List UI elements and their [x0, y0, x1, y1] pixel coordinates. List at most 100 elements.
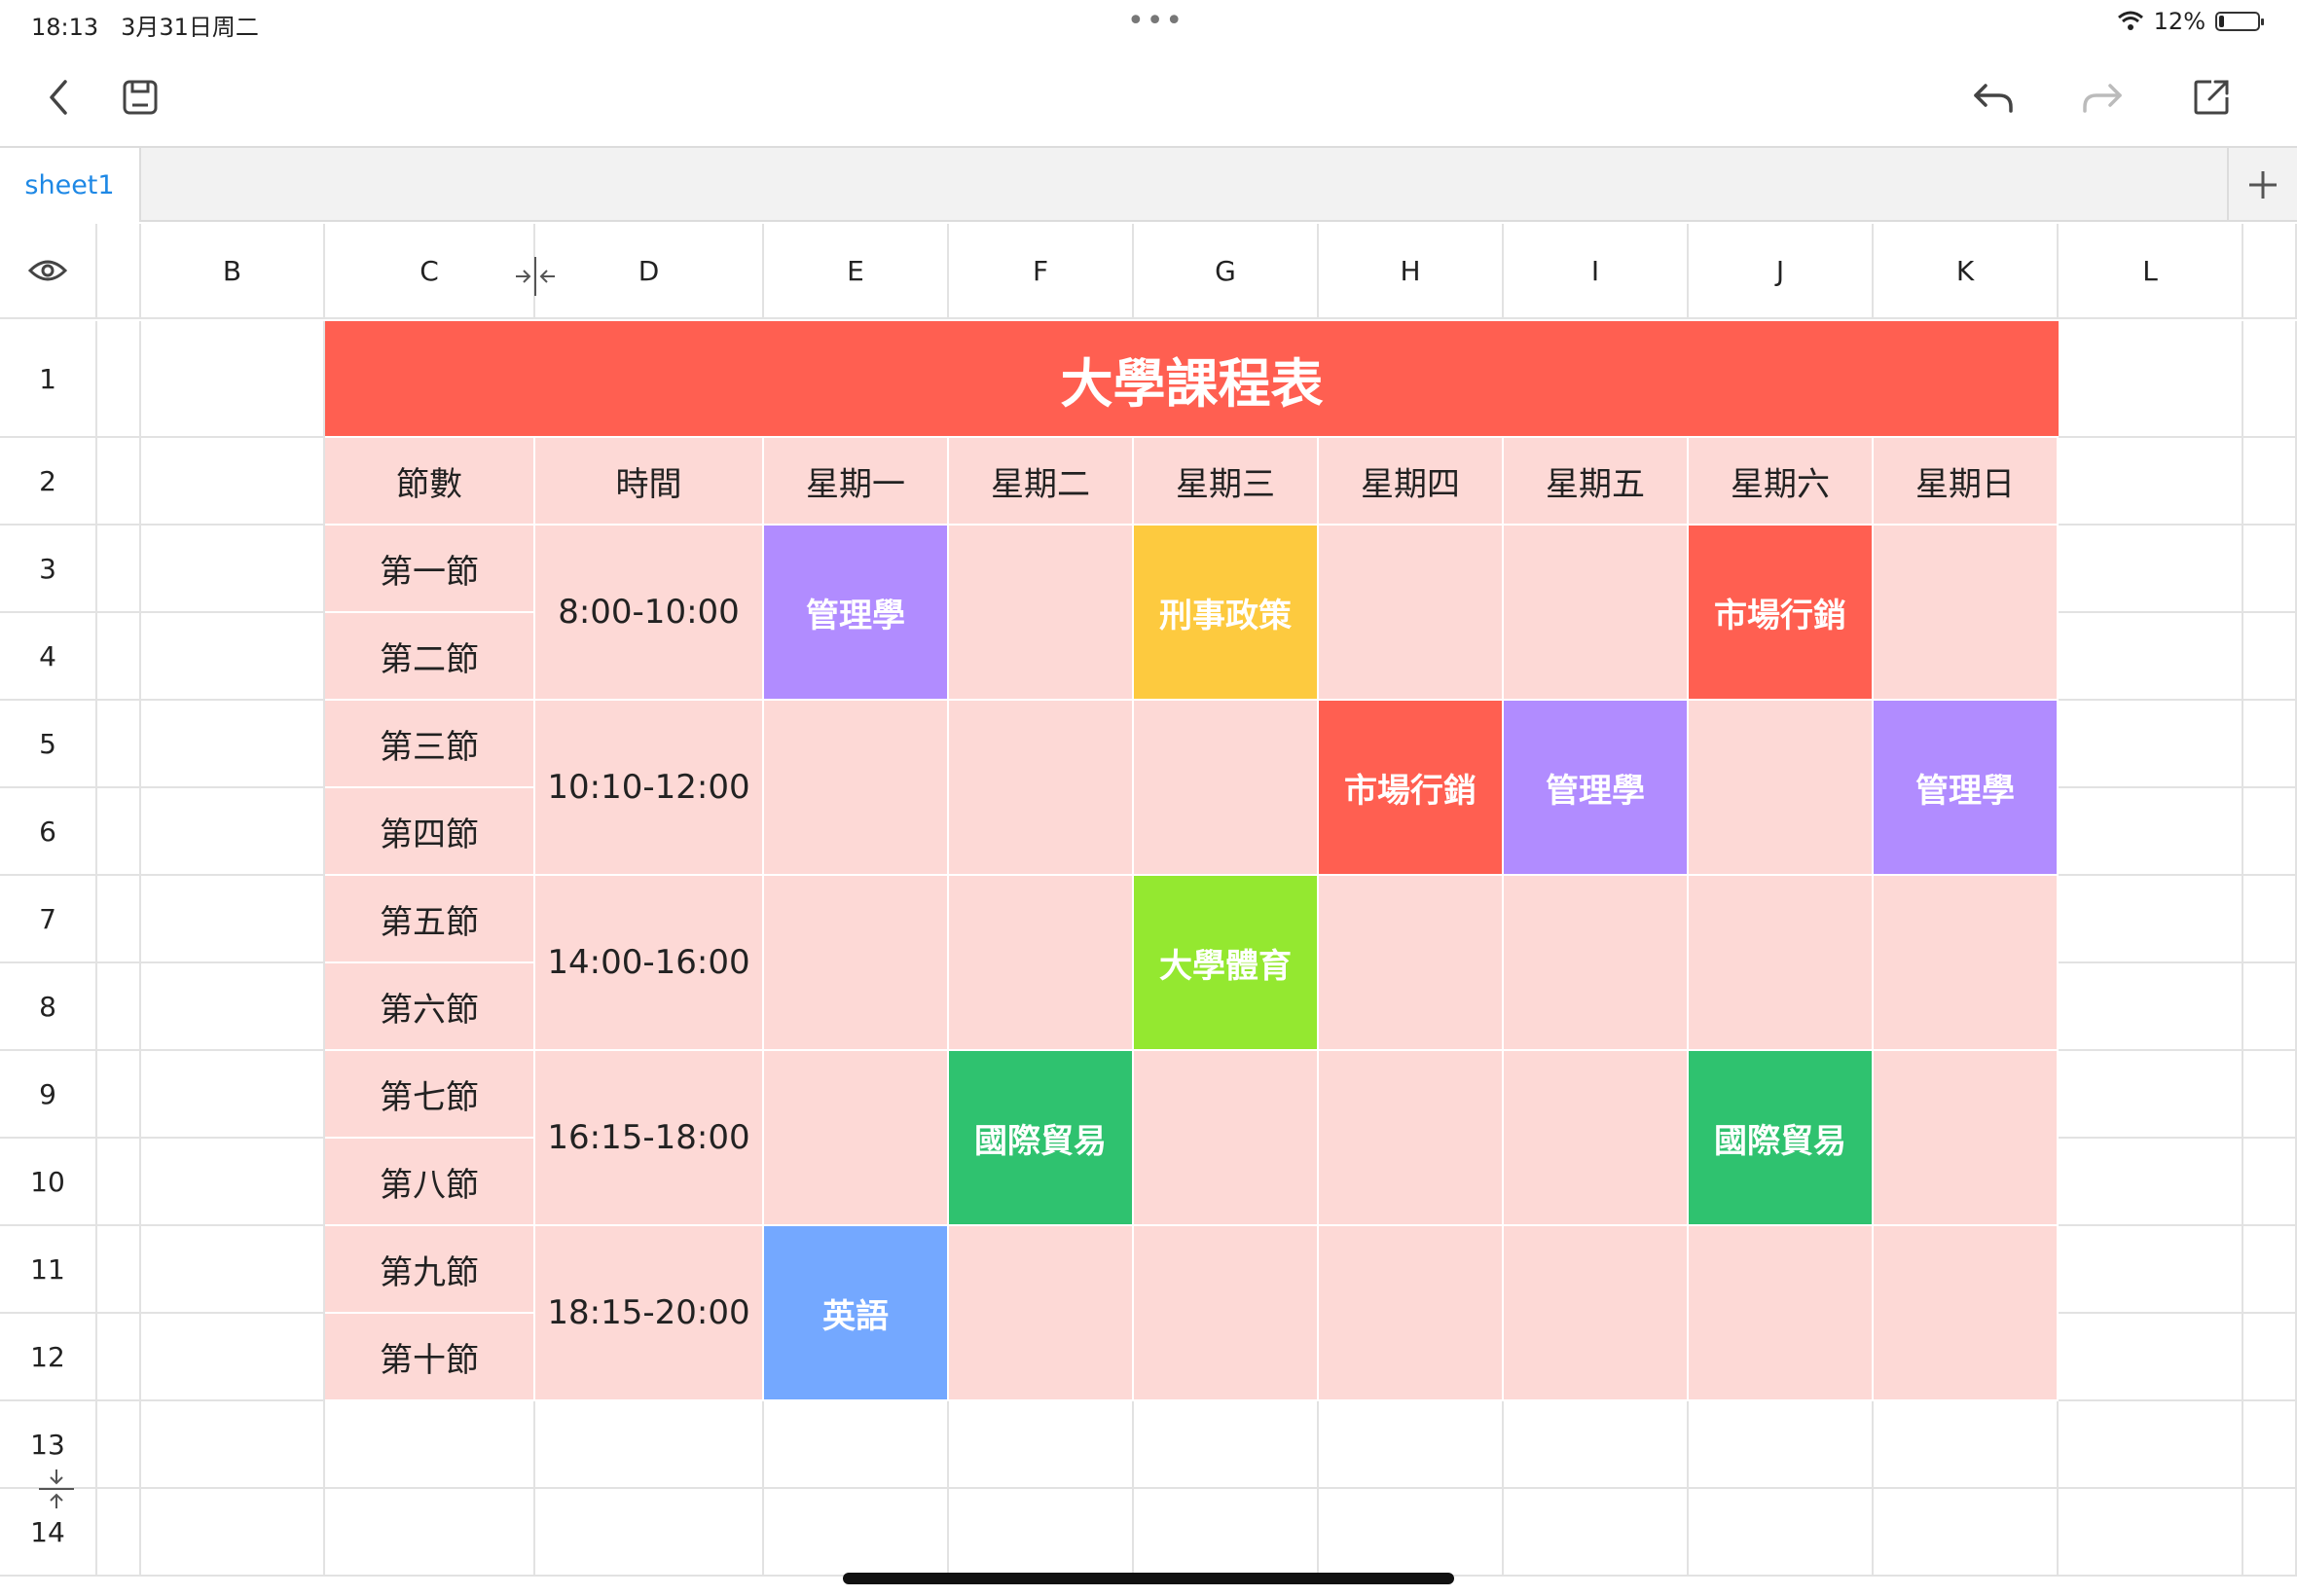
grid-cell[interactable]: [2059, 963, 2243, 1051]
empty-slot-cell[interactable]: [1319, 876, 1504, 1051]
table-header-cell[interactable]: 星期一: [764, 438, 949, 526]
empty-slot-cell[interactable]: [1689, 1226, 1874, 1401]
grid-cell[interactable]: [97, 1139, 141, 1226]
timetable-title[interactable]: 大學課程表: [325, 321, 2059, 438]
course-cell[interactable]: 國際貿易: [1689, 1051, 1874, 1226]
table-header-cell[interactable]: 星期二: [949, 438, 1134, 526]
row-header-9[interactable]: 9: [0, 1051, 97, 1139]
empty-slot-cell[interactable]: [1319, 1051, 1504, 1226]
grid-cell[interactable]: [1319, 1489, 1504, 1577]
column-header-F[interactable]: F: [949, 224, 1134, 319]
grid-cell[interactable]: [2059, 438, 2243, 526]
grid-cell[interactable]: [2243, 1226, 2297, 1314]
column-header-B[interactable]: B: [141, 224, 325, 319]
row-header-12[interactable]: 12: [0, 1314, 97, 1401]
grid-cell[interactable]: [97, 1401, 141, 1489]
undo-icon[interactable]: [1966, 70, 2021, 125]
grid-cell[interactable]: [2243, 613, 2297, 701]
grid-cell[interactable]: [97, 788, 141, 876]
period-cell[interactable]: 第八節: [325, 1139, 535, 1226]
grid-cell[interactable]: [2243, 876, 2297, 963]
column-header-I[interactable]: I: [1504, 224, 1689, 319]
empty-slot-cell[interactable]: [949, 876, 1134, 1051]
empty-slot-cell[interactable]: [1874, 1226, 2059, 1401]
grid-cell[interactable]: [97, 1051, 141, 1139]
empty-slot-cell[interactable]: [949, 526, 1134, 701]
row-header-2[interactable]: 2: [0, 438, 97, 526]
grid-cell[interactable]: [141, 1226, 325, 1314]
course-cell[interactable]: 市場行銷: [1319, 701, 1504, 876]
row-header-4[interactable]: 4: [0, 613, 97, 701]
empty-slot-cell[interactable]: [764, 876, 949, 1051]
time-cell[interactable]: 14:00-16:00: [535, 876, 764, 1051]
grid-cell[interactable]: [141, 1139, 325, 1226]
grid-cell[interactable]: [1874, 1489, 2059, 1577]
empty-slot-cell[interactable]: [1319, 526, 1504, 701]
empty-slot-cell[interactable]: [1504, 876, 1689, 1051]
course-cell[interactable]: 管理學: [764, 526, 949, 701]
row-header-1[interactable]: 1: [0, 321, 97, 438]
course-cell[interactable]: 刑事政策: [1134, 526, 1319, 701]
grid-cell[interactable]: [1319, 1401, 1504, 1489]
period-cell[interactable]: 第七節: [325, 1051, 535, 1139]
period-cell[interactable]: 第五節: [325, 876, 535, 963]
row-header-7[interactable]: 7: [0, 876, 97, 963]
row-header-6[interactable]: 6: [0, 788, 97, 876]
grid-cell[interactable]: [1689, 1489, 1874, 1577]
column-header-A[interactable]: [2243, 224, 2297, 319]
row-header-8[interactable]: 8: [0, 963, 97, 1051]
column-header-E[interactable]: E: [764, 224, 949, 319]
grid-cell[interactable]: [2059, 1489, 2243, 1577]
column-resize-icon[interactable]: [512, 255, 559, 302]
empty-slot-cell[interactable]: [1134, 701, 1319, 876]
grid-cell[interactable]: [97, 438, 141, 526]
empty-slot-cell[interactable]: [1319, 1226, 1504, 1401]
multitasking-dots-icon[interactable]: •••: [1127, 4, 1185, 38]
column-header-D[interactable]: D: [535, 224, 764, 319]
empty-slot-cell[interactable]: [1874, 876, 2059, 1051]
table-header-cell[interactable]: 時間: [535, 438, 764, 526]
row-header-10[interactable]: 10: [0, 1139, 97, 1226]
row-resize-icon[interactable]: [37, 1468, 76, 1514]
back-chevron-icon[interactable]: [31, 70, 86, 125]
grid-cell[interactable]: [1874, 1401, 2059, 1489]
grid-cell[interactable]: [97, 1226, 141, 1314]
row-header-11[interactable]: 11: [0, 1226, 97, 1314]
grid-cell[interactable]: [141, 526, 325, 613]
empty-slot-cell[interactable]: [1134, 1226, 1319, 1401]
column-header-A[interactable]: [97, 224, 141, 319]
home-indicator[interactable]: [843, 1573, 1454, 1584]
grid-cell[interactable]: [949, 1401, 1134, 1489]
empty-slot-cell[interactable]: [1689, 876, 1874, 1051]
table-header-cell[interactable]: 星期四: [1319, 438, 1504, 526]
empty-slot-cell[interactable]: [949, 701, 1134, 876]
grid-cell[interactable]: [2243, 1489, 2297, 1577]
grid-cell[interactable]: [2059, 526, 2243, 613]
grid-cell[interactable]: [325, 1401, 535, 1489]
table-header-cell[interactable]: 星期五: [1504, 438, 1689, 526]
table-header-cell[interactable]: 星期三: [1134, 438, 1319, 526]
grid-cell[interactable]: [141, 1489, 325, 1577]
empty-slot-cell[interactable]: [1689, 701, 1874, 876]
grid-cell[interactable]: [325, 1489, 535, 1577]
empty-slot-cell[interactable]: [949, 1226, 1134, 1401]
grid-cell[interactable]: [1689, 1401, 1874, 1489]
grid-cell[interactable]: [141, 1314, 325, 1401]
course-cell[interactable]: 管理學: [1874, 701, 2059, 876]
grid-cell[interactable]: [2059, 876, 2243, 963]
column-header-H[interactable]: H: [1319, 224, 1504, 319]
grid-cell[interactable]: [97, 1314, 141, 1401]
empty-slot-cell[interactable]: [1504, 1051, 1689, 1226]
course-cell[interactable]: 英語: [764, 1226, 949, 1401]
column-header-G[interactable]: G: [1134, 224, 1319, 319]
grid-cell[interactable]: [141, 613, 325, 701]
grid-cell[interactable]: [2059, 1226, 2243, 1314]
grid-cell[interactable]: [2243, 788, 2297, 876]
grid-cell[interactable]: [2059, 788, 2243, 876]
time-cell[interactable]: 8:00-10:00: [535, 526, 764, 701]
grid-cell[interactable]: [2243, 1314, 2297, 1401]
grid-cell[interactable]: [141, 788, 325, 876]
grid-cell[interactable]: [141, 963, 325, 1051]
redo-icon[interactable]: [2075, 70, 2130, 125]
grid-cell[interactable]: [141, 1051, 325, 1139]
